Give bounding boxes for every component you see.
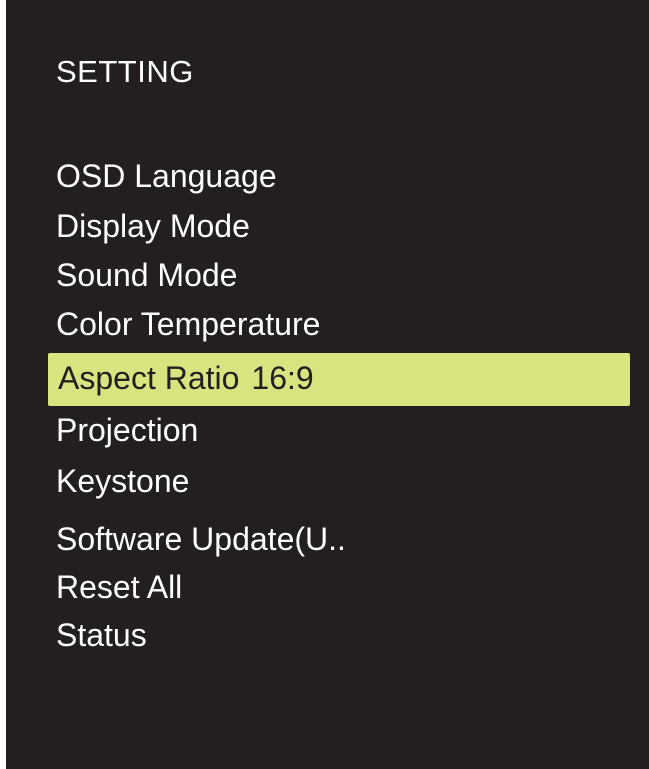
settings-menu-list: OSD Language Display Mode Sound Mode Col… [6,0,649,769]
menu-item-label: Software Update(U.. [56,521,346,557]
menu-item-status[interactable]: Status [56,614,621,656]
menu-item-label: Color Temperature [56,306,321,342]
menu-item-osd-language[interactable]: OSD Language [56,155,621,197]
osd-settings-panel: SETTING OSD Language Display Mode Sound … [6,0,649,769]
menu-item-label: Projection [56,412,199,448]
menu-item-software-update[interactable]: Software Update(U.. [56,518,621,560]
menu-item-sound-mode[interactable]: Sound Mode [56,254,621,296]
menu-item-reset-all[interactable]: Reset All [56,566,621,608]
menu-item-label: Aspect Ratio [58,360,240,396]
menu-item-label: Sound Mode [56,257,238,293]
menu-item-aspect-ratio[interactable]: Aspect Ratio 16:9 [48,353,630,406]
menu-item-label: OSD Language [56,158,277,194]
menu-item-label: Display Mode [56,208,250,244]
menu-item-color-temperature[interactable]: Color Temperature [56,303,621,345]
menu-item-label: Keystone [56,463,190,499]
menu-item-label: Status [56,617,147,653]
menu-item-projection[interactable]: Projection [56,409,621,451]
aspect-ratio-value: 16:9 [251,360,314,396]
menu-item-display-mode[interactable]: Display Mode [56,205,621,247]
menu-item-keystone[interactable]: Keystone [56,460,621,502]
menu-item-label: Reset All [56,569,183,605]
